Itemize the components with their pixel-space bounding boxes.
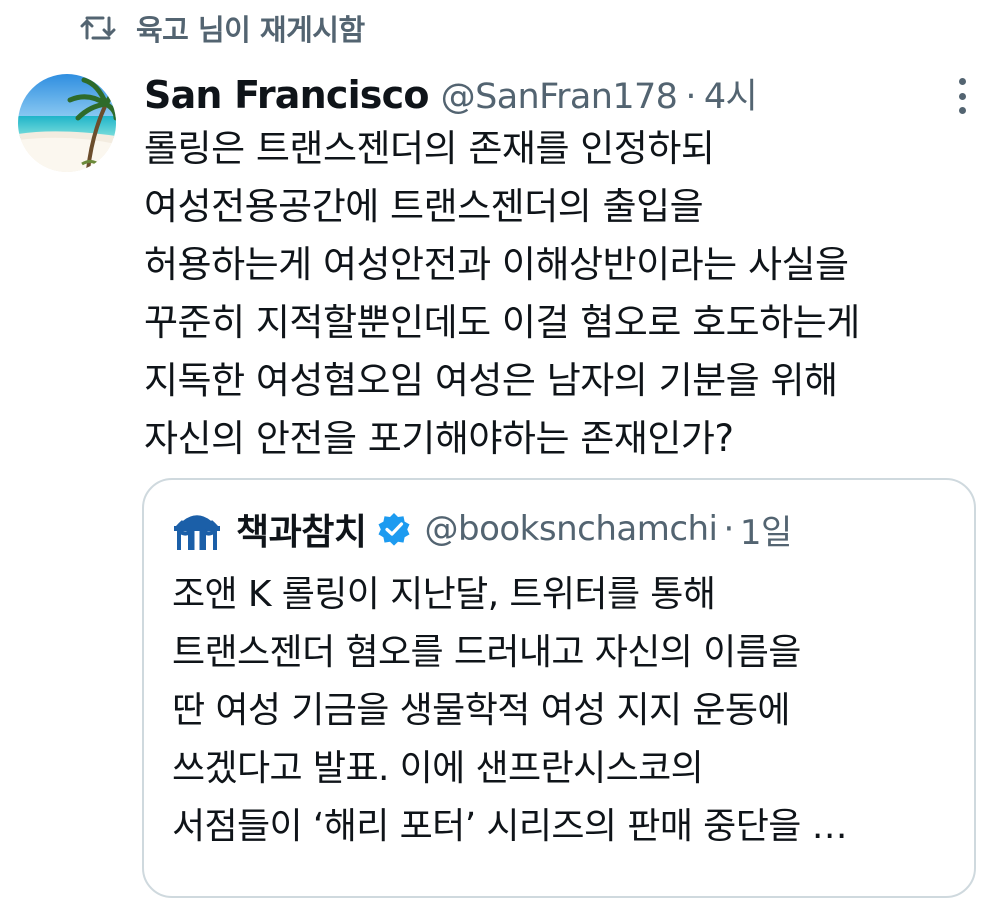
tweet-text: 롤링은 트랜스젠더의 존재를 인정하되 여성전용공간에 트랜스젠더의 출입을 허…: [144, 120, 984, 468]
tweet-line: 자신의 안전을 포기해야하는 존재인가?: [144, 417, 734, 460]
quoted-tweet-line: 서점들이 ‘해리 포터’ 시리즈의 판매 중단을 …: [172, 806, 848, 847]
separator-dot: ·: [723, 509, 735, 549]
quoted-author-handle[interactable]: @booksnchamchi: [424, 509, 718, 549]
retweet-indicator[interactable]: 육고 님이 재게시함: [80, 6, 365, 50]
quoted-tweet-line: 딴 여성 기금을 생물학적 여성 지지 운동에: [172, 690, 791, 731]
quoted-tweet-line: 트랜스젠더 혐오를 드러내고 자신의 이름을: [172, 632, 801, 673]
author-name[interactable]: San Francisco: [144, 73, 429, 117]
dome-logo-icon[interactable]: [172, 504, 222, 554]
tweet-line: 지독한 여성혐오임 여성은 남자의 기분을 위해: [144, 359, 838, 402]
tweet-line: 여성전용공간에 트랜스젠더의 출입을: [144, 185, 704, 228]
quoted-tweet-card[interactable]: 책과참치 @booksnchamchi · 1일 조앤 K 롤링이 지난달, 트…: [142, 478, 976, 898]
tweet-header: San Francisco @SanFran178 · 4시: [144, 68, 940, 119]
retweet-icon: [80, 13, 116, 43]
quoted-tweet-text: 조앤 K 롤링이 지난달, 트위터를 통해 트랜스젠더 혐오를 드러내고 자신의…: [172, 566, 972, 856]
tweet-line: 롤링은 트랜스젠더의 존재를 인정하되: [144, 127, 715, 170]
tweet-time[interactable]: 4시: [704, 68, 758, 119]
more-vertical-icon-dot: [958, 92, 966, 100]
quoted-author-name[interactable]: 책과참치: [236, 503, 367, 555]
quoted-tweet-line: 조앤 K 롤링이 지난달, 트위터를 통해: [172, 574, 716, 615]
author-avatar[interactable]: [18, 74, 116, 172]
more-vertical-icon: [958, 78, 966, 85]
more-options-button[interactable]: [952, 78, 972, 114]
retweet-text[interactable]: 육고 님이 재게시함: [136, 7, 365, 49]
author-handle[interactable]: @SanFran178: [441, 77, 678, 117]
tweet-line: 꾸준히 지적할뿐인데도 이걸 혐오로 호도하는게: [144, 301, 860, 344]
verified-badge-icon: [376, 511, 412, 547]
quoted-tweet-time[interactable]: 1일: [740, 505, 792, 554]
quoted-tweet-line: 쓰겠다고 발표. 이에 샌프란시스코의: [172, 748, 704, 789]
separator-dot: ·: [685, 77, 696, 117]
more-vertical-icon-dot: [958, 107, 966, 114]
quoted-tweet-header: 책과참치 @booksnchamchi · 1일: [172, 504, 954, 554]
tweet-line: 허용하는게 여성안전과 이해상반이라는 사실을: [144, 243, 849, 286]
beach-palm-avatar: [18, 74, 116, 172]
